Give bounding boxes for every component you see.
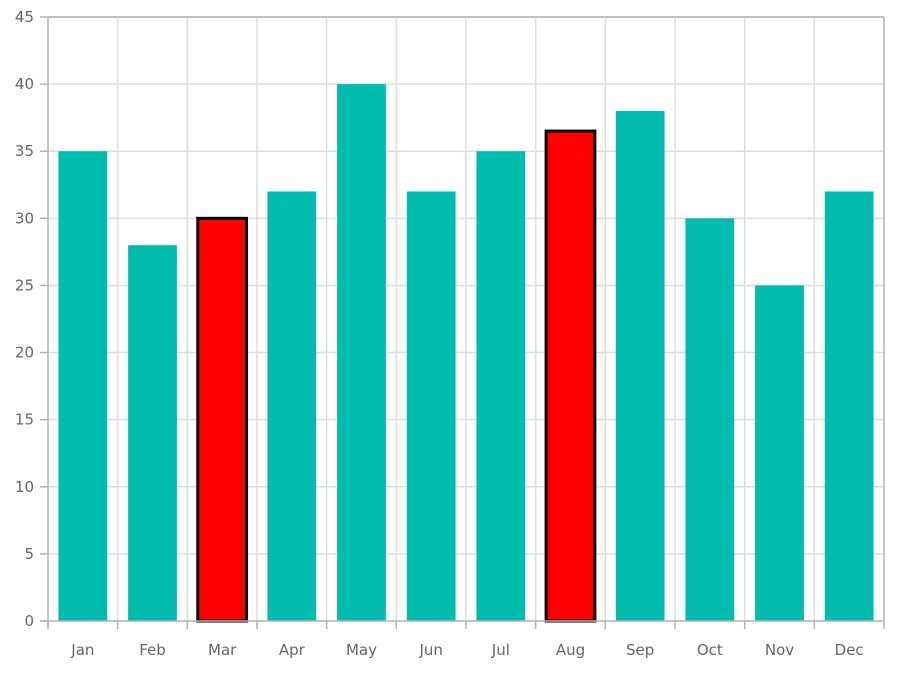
y-tick-label: 25	[15, 276, 34, 294]
bar	[58, 151, 108, 621]
y-tick-label: 0	[24, 612, 34, 630]
x-axis-labels: Jan Feb Mar Apr May Jun Jul Aug Sep Oct Nov Dec	[70, 641, 863, 659]
y-tick-label: 35	[15, 142, 34, 160]
bar-chart: 0 5 10 15 20 25 30 35 40 45 Jan Feb Mar Apr May Jun Jul…	[15, 8, 885, 659]
x-tick-label: Jan	[70, 641, 94, 659]
y-tick-label: 30	[15, 209, 34, 227]
x-tick-label: Jun	[418, 641, 442, 659]
x-tick-label: Mar	[208, 641, 237, 659]
y-axis-labels: 0 5 10 15 20 25 30 35 40 45	[15, 8, 34, 630]
y-tick-label: 45	[15, 8, 34, 26]
bar	[685, 218, 735, 622]
bar	[337, 84, 386, 622]
y-tick-label: 15	[15, 411, 34, 429]
bar	[267, 191, 317, 621]
x-tick-label: Nov	[765, 641, 794, 659]
x-tick-label: Dec	[835, 641, 864, 659]
y-tick-label: 5	[24, 545, 34, 563]
bar	[128, 245, 177, 621]
bar	[755, 285, 804, 621]
bar-highlighted	[544, 129, 597, 623]
y-tick-label: 40	[15, 75, 34, 93]
bar	[476, 151, 526, 621]
bar-highlighted	[196, 216, 249, 623]
bar	[406, 191, 456, 621]
x-tick-label: Aug	[556, 641, 585, 659]
x-tick-label: Feb	[139, 641, 166, 659]
x-tick-label: Jul	[491, 641, 510, 659]
x-tick-label: May	[346, 641, 377, 659]
bar	[824, 191, 874, 621]
bar	[615, 110, 665, 621]
x-tick-label: Oct	[697, 641, 723, 659]
y-tick-label: 10	[15, 478, 34, 496]
y-tick-label: 20	[15, 344, 34, 362]
x-tick-label: Apr	[279, 641, 306, 659]
x-tick-label: Sep	[626, 641, 654, 659]
